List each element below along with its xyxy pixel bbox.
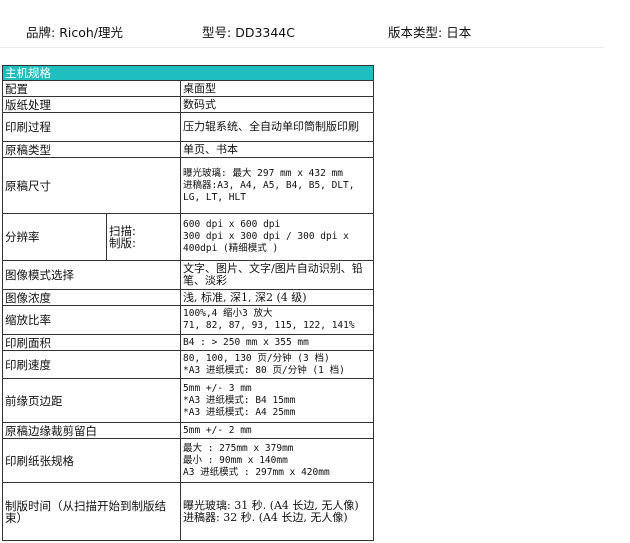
- model-value: DD3344C: [235, 25, 295, 40]
- table-row: 制版时间（从扫描开始到制版结束） 曝光玻璃: 31 秒. (A4 长边, 无人像…: [2, 482, 375, 541]
- table-row: 版纸处理 数码式: [2, 96, 375, 113]
- row-key: 原稿尺寸: [2, 157, 181, 214]
- table-row: 原稿类型 单页、书本: [2, 141, 375, 158]
- row-key: 缩放比率: [2, 305, 181, 335]
- table-row: 原稿尺寸 曝光玻璃: 最大 297 mm x 432 mm 进稿器:A3, A4…: [2, 157, 375, 214]
- brand-field: 品牌: Ricoh/理光: [26, 22, 123, 41]
- table-row: 分辨率 扫描: 制版: 600 dpi x 600 dpi 300 dpi x …: [2, 213, 375, 261]
- row-key: 分辨率: [2, 213, 107, 261]
- value-line: 进稿器:A3, A4, A5, B4, B5, DLT, LG, LT, HLT: [183, 179, 355, 203]
- row-value: 文字、图片、文字/图片自动识别、铅笔、淡彩: [179, 260, 375, 290]
- row-key: 原稿类型: [2, 141, 181, 158]
- table-title: 主机规格: [1, 65, 375, 81]
- brand-value: Ricoh/理光: [59, 25, 124, 40]
- value-line: *A3 进纸模式: 80 页/分钟 (1 档): [183, 364, 345, 376]
- row-key: 图像浓度: [2, 289, 181, 306]
- table-row: 前缘页边距 5mm +/- 3 mm *A3 进纸模式: B4 15mm *A3…: [2, 378, 375, 423]
- row-value: 桌面型: [179, 80, 375, 97]
- value-line: 80, 100, 130 页/分钟 (3 档): [183, 352, 330, 364]
- value-line: 300 dpi x 300 dpi / 300 dpi x 400dpi (精细…: [183, 231, 349, 254]
- table-row: 图像模式选择 文字、图片、文字/图片自动识别、铅笔、淡彩: [2, 260, 375, 290]
- row-subkeys: 扫描: 制版:: [106, 213, 181, 261]
- row-value: 5mm +/- 2 mm: [179, 422, 375, 439]
- table-row: 印刷面积 B4 : > 250 mm x 355 mm: [2, 334, 375, 351]
- row-value: B4 : > 250 mm x 355 mm: [179, 334, 375, 351]
- row-value: 单页、书本: [179, 141, 375, 158]
- value-line: 5mm +/- 3 mm: [183, 382, 252, 394]
- spec-table: 主机规格 配置 桌面型 版纸处理 数码式 印刷过程 压力辊系统、全自动单印筒制版…: [1, 65, 375, 541]
- row-value: 最大 : 275mm x 379mm 最小 : 90mm x 140mm A3 …: [179, 438, 375, 483]
- version-value: 日本: [446, 25, 472, 40]
- table-row: 配置 桌面型: [2, 80, 375, 97]
- row-key: 原稿边缘裁剪留白: [2, 422, 181, 439]
- value-line: *A3 进纸模式: B4 15mm: [183, 394, 296, 406]
- row-value: 100%,4 缩小3 放大 71, 82, 87, 93, 115, 122, …: [179, 305, 375, 335]
- row-value: 80, 100, 130 页/分钟 (3 档) *A3 进纸模式: 80 页/分…: [179, 350, 375, 379]
- row-value: 曝光玻璃: 31 秒. (A4 长边, 无人像) 进稿器: 32 秒. (A4 …: [179, 482, 375, 541]
- value-line: 71, 82, 87, 93, 115, 122, 141%: [183, 320, 355, 331]
- model-label: 型号:: [202, 25, 232, 40]
- value-line: *A3 进纸模式: A4 25mm: [183, 406, 296, 418]
- row-key: 印刷速度: [2, 350, 181, 379]
- table-header-row: 主机规格: [1, 65, 375, 81]
- row-key: 制版时间（从扫描开始到制版结束）: [2, 482, 181, 541]
- row-value: 5mm +/- 3 mm *A3 进纸模式: B4 15mm *A3 进纸模式:…: [179, 378, 375, 423]
- brand-label: 品牌:: [26, 25, 56, 40]
- value-line: 进稿器: 32 秒. (A4 长边, 无人像): [183, 510, 348, 524]
- value-line: 最大 : 275mm x 379mm: [183, 442, 294, 454]
- row-key: 版纸处理: [2, 96, 181, 113]
- row-key: 印刷纸张规格: [2, 438, 181, 483]
- value-line: A3 进纸模式 : 297mm x 420mm: [183, 466, 330, 478]
- model-field: 型号: DD3344C: [202, 22, 295, 41]
- table-row: 印刷过程 压力辊系统、全自动单印筒制版印刷: [2, 112, 375, 142]
- row-value: 曝光玻璃: 最大 297 mm x 432 mm 进稿器:A3, A4, A5,…: [179, 157, 375, 214]
- row-value: 600 dpi x 600 dpi 300 dpi x 300 dpi / 30…: [179, 213, 375, 261]
- table-row: 印刷速度 80, 100, 130 页/分钟 (3 档) *A3 进纸模式: 8…: [2, 350, 375, 379]
- value-line: 100%,4 缩小3 放大: [183, 308, 273, 319]
- version-label: 版本类型:: [388, 25, 443, 40]
- product-info-bar: 品牌: Ricoh/理光 型号: DD3344C 版本类型: 日本: [0, 0, 604, 48]
- row-value: 压力辊系统、全自动单印筒制版印刷: [179, 112, 375, 142]
- table-row: 原稿边缘裁剪留白 5mm +/- 2 mm: [2, 422, 375, 439]
- row-key: 印刷面积: [2, 334, 181, 351]
- row-key: 图像模式选择: [2, 260, 181, 290]
- table-row: 图像浓度 浅, 标准, 深1, 深2 (4 级): [2, 289, 375, 306]
- table-row: 缩放比率 100%,4 缩小3 放大 71, 82, 87, 93, 115, …: [2, 305, 375, 335]
- make-label: 制版:: [109, 236, 136, 250]
- version-field: 版本类型: 日本: [388, 22, 471, 41]
- row-key: 印刷过程: [2, 112, 181, 142]
- row-key: 配置: [2, 80, 181, 97]
- row-key: 前缘页边距: [2, 378, 181, 423]
- row-value: 数码式: [179, 96, 375, 113]
- row-value: 浅, 标准, 深1, 深2 (4 级): [179, 289, 375, 306]
- value-line: 600 dpi x 600 dpi: [183, 219, 281, 230]
- value-line: 最小 : 90mm x 140mm: [183, 454, 288, 466]
- table-row: 印刷纸张规格 最大 : 275mm x 379mm 最小 : 90mm x 14…: [2, 438, 375, 483]
- value-line: 曝光玻璃: 最大 297 mm x 432 mm: [183, 167, 343, 179]
